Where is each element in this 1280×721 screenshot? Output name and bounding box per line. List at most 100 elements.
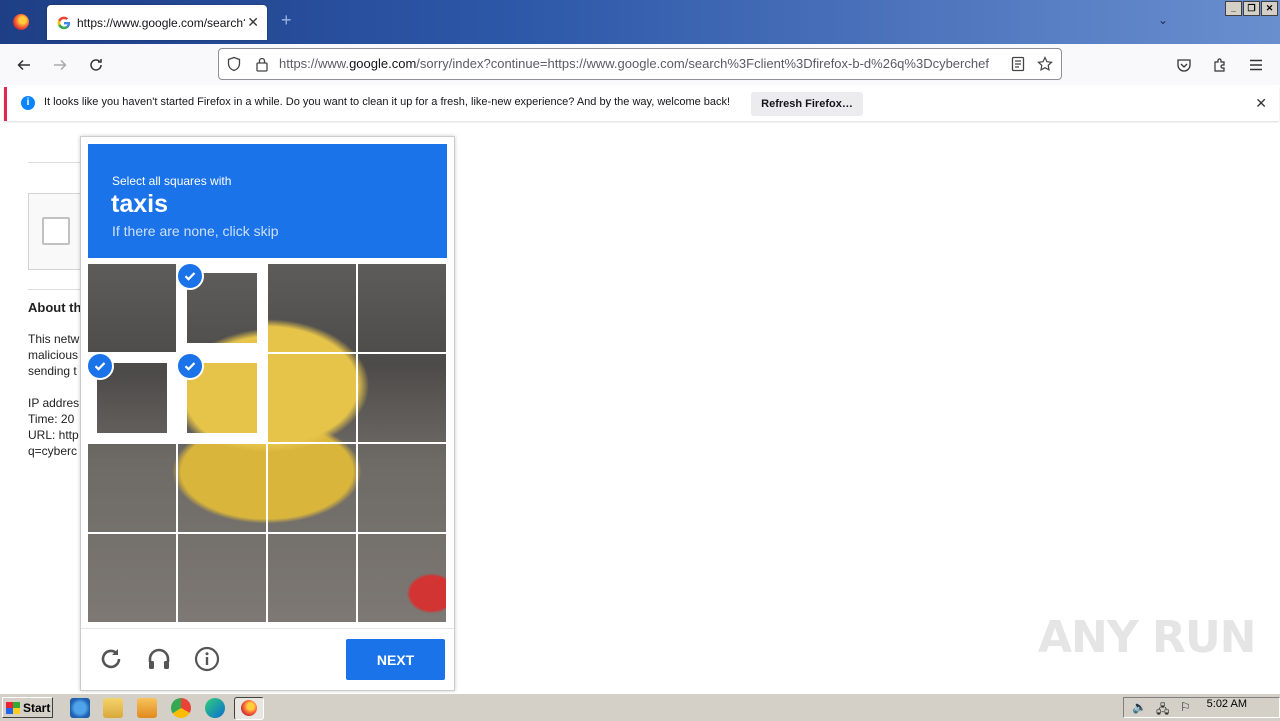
next-button[interactable]: NEXT (346, 639, 445, 680)
start-label: Start (23, 700, 51, 715)
audio-challenge-icon[interactable] (145, 645, 173, 673)
tile-image (358, 444, 446, 532)
challenge-instruction: Select all squares with (112, 174, 232, 188)
tile-image (88, 444, 176, 532)
notification-message: It looks like you haven't started Firefo… (44, 96, 731, 108)
tile-image (358, 534, 446, 622)
reload-icon (90, 59, 102, 71)
image-tile[interactable] (178, 354, 266, 442)
forward-button[interactable] (49, 54, 71, 76)
image-tile[interactable] (88, 444, 176, 532)
back-arrow-icon (17, 59, 30, 71)
bookmark-star-icon[interactable] (1036, 55, 1054, 73)
window-controls: _ ❐ ✕ (1225, 1, 1278, 16)
image-tile[interactable] (88, 534, 176, 622)
refresh-firefox-notification: i It looks like you haven't started Fire… (4, 87, 1279, 121)
internet-explorer-icon[interactable] (70, 698, 90, 718)
image-tile[interactable] (268, 534, 356, 622)
refresh-firefox-button[interactable]: Refresh Firefox… (751, 92, 863, 116)
image-tile[interactable] (358, 264, 446, 352)
help-info-icon[interactable] (193, 645, 221, 673)
tile-image (178, 444, 266, 532)
clock[interactable]: 5:02 AM (1207, 698, 1247, 710)
tile-image (88, 264, 176, 352)
minimize-button[interactable]: _ (1225, 1, 1242, 16)
image-tile[interactable] (358, 444, 446, 532)
reload-button[interactable] (85, 54, 107, 76)
tab-google-search[interactable]: https://www.google.com/search?client=fir… (47, 5, 267, 40)
body-line: malicious (28, 348, 79, 362)
restore-button[interactable]: ❐ (1243, 1, 1260, 16)
tab-close-icon[interactable]: ✕ (247, 14, 259, 31)
firefox-taskbar-button[interactable] (234, 697, 264, 720)
close-window-button[interactable]: ✕ (1261, 1, 1278, 16)
tile-image (178, 534, 266, 622)
hamburger-menu-icon[interactable] (1245, 54, 1267, 76)
windows-taskbar: Start 🔈 🖧 ⚐ 5:02 AM (0, 693, 1280, 721)
address-bar[interactable]: https://www.google.com/sorry/index?conti… (218, 48, 1062, 80)
image-tile[interactable] (178, 264, 266, 352)
image-tile[interactable] (268, 354, 356, 442)
url-domain: google.com (349, 56, 417, 71)
challenge-keyword: taxis (111, 190, 168, 218)
start-button[interactable]: Start (2, 697, 53, 718)
image-tile[interactable] (268, 264, 356, 352)
recaptcha-checkbox[interactable] (42, 217, 70, 245)
ip-address-line: IP addres (28, 396, 80, 410)
tracking-protection-shield-icon[interactable] (225, 55, 243, 73)
action-center-flag-icon[interactable]: ⚐ (1180, 700, 1191, 714)
url-line: URL: http (28, 428, 79, 442)
tile-image (268, 354, 356, 442)
challenge-subtext: If there are none, click skip (112, 223, 279, 239)
tile-image (268, 534, 356, 622)
tab-title: https://www.google.com/search?client=fir… (77, 15, 245, 30)
image-tile[interactable] (358, 354, 446, 442)
reload-challenge-icon[interactable] (97, 645, 125, 673)
image-tile[interactable] (178, 444, 266, 532)
reader-view-icon[interactable] (1009, 55, 1027, 73)
time-line: Time: 20 (28, 412, 75, 426)
google-favicon-icon (57, 16, 71, 29)
extensions-icon[interactable] (1209, 54, 1231, 76)
url-path: /sorry/index?continue=https://www.google… (416, 56, 989, 71)
back-button[interactable] (13, 54, 35, 76)
divider (28, 289, 88, 290)
media-player-icon[interactable] (137, 698, 157, 718)
body-line: This netw (28, 332, 80, 346)
volume-icon[interactable]: 🔈 (1132, 700, 1147, 714)
tile-image (88, 534, 176, 622)
challenge-header: Select all squares with taxis If there a… (88, 144, 447, 258)
pocket-icon[interactable] (1173, 54, 1195, 76)
network-icon[interactable]: 🖧 (1156, 700, 1169, 721)
windows-logo-icon (6, 701, 20, 714)
forward-arrow-icon (54, 59, 67, 71)
divider (28, 162, 88, 163)
url-text[interactable]: https://www.google.com/sorry/index?conti… (279, 56, 1001, 71)
info-icon: i (21, 96, 35, 110)
image-tile[interactable] (178, 534, 266, 622)
new-tab-icon[interactable]: + (281, 10, 292, 31)
firefox-view-button[interactable] (0, 0, 42, 44)
query-line: q=cyberc (28, 444, 78, 458)
chrome-icon[interactable] (171, 698, 191, 718)
challenge-footer: NEXT (81, 628, 454, 691)
url-prefix: https://www. (279, 56, 350, 71)
file-explorer-icon[interactable] (103, 698, 123, 718)
list-all-tabs-icon[interactable]: ⌄ (1158, 13, 1168, 27)
tile-image (268, 264, 356, 352)
image-tile[interactable] (358, 534, 446, 622)
image-tile[interactable] (268, 444, 356, 532)
edge-icon[interactable] (205, 698, 225, 718)
lock-icon[interactable] (253, 55, 271, 73)
image-tile[interactable] (88, 354, 176, 442)
anyrun-watermark: ANY RUN (1038, 612, 1256, 663)
navigation-toolbar: https://www.google.com/sorry/index?conti… (0, 44, 1280, 85)
body-line: sending t (28, 364, 77, 378)
recaptcha-challenge-popup: Select all squares with taxis If there a… (80, 136, 455, 691)
firefox-taskbar-icon (241, 700, 257, 716)
tile-image (358, 354, 446, 442)
image-tile-grid (88, 264, 446, 622)
notification-close-icon[interactable]: ✕ (1255, 95, 1267, 112)
system-tray: 🔈 🖧 ⚐ (1123, 697, 1280, 718)
image-tile[interactable] (88, 264, 176, 352)
